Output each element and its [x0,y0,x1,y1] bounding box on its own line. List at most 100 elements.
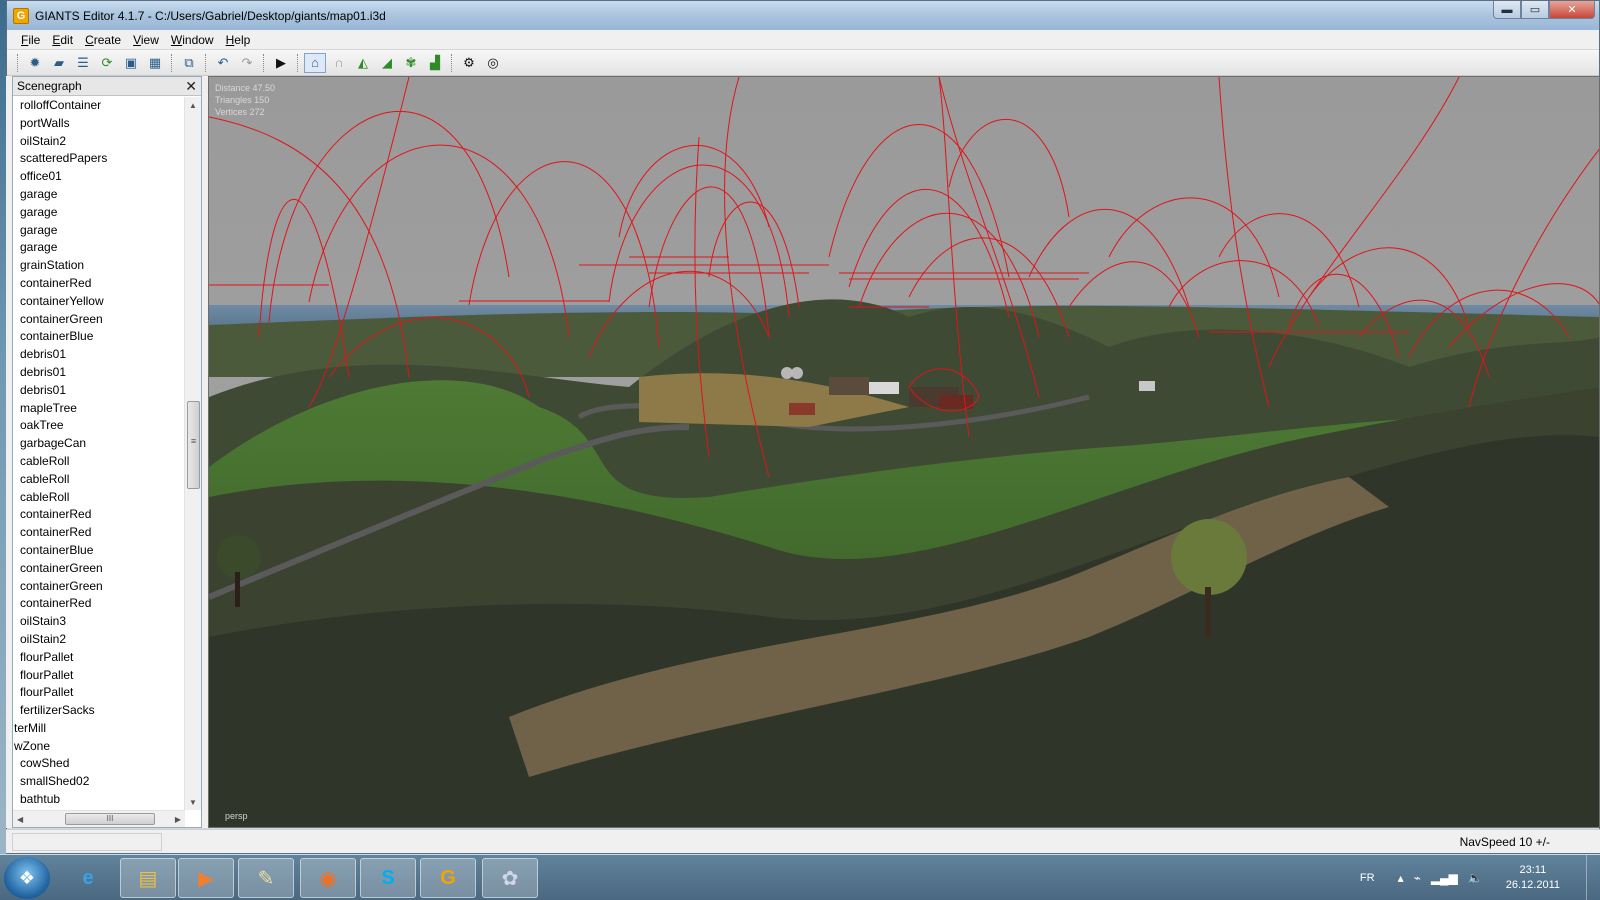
scenegraph-node[interactable]: flourPallet [13,684,185,702]
scenegraph-node[interactable]: garbageCan [13,435,185,453]
magnet-icon[interactable]: ∩ [328,53,350,73]
open-icon[interactable]: ▰ [48,53,70,73]
clock[interactable]: 23:11 26.12.2011 [1506,863,1560,893]
scenegraph-node[interactable]: smallShed02 [13,773,185,791]
scenegraph-node[interactable]: oilStain2 [13,631,185,649]
scenegraph-node[interactable]: rolloffContainer [13,97,185,115]
scenegraph-node[interactable]: containerYellow [13,293,185,311]
scenegraph-node[interactable]: bathtub [13,791,185,809]
volume-icon[interactable]: 🔈 [1468,871,1483,885]
scenegraph-node[interactable]: wZone [13,738,185,756]
scenegraph-node[interactable]: portWalls [13,115,185,133]
scenegraph-node[interactable]: debris01 [13,364,185,382]
menu-view[interactable]: View [127,33,165,47]
scenegraph-node[interactable]: terMill [13,720,185,738]
scenegraph-node[interactable]: debris01 [13,346,185,364]
start-button[interactable]: ❖ [4,857,50,899]
menu-help[interactable]: Help [220,33,257,47]
scenegraph-node[interactable]: mapleTree [13,400,185,418]
undo-icon[interactable]: ↶ [212,53,234,73]
import-icon[interactable]: ☰ [72,53,94,73]
scroll-down-icon[interactable]: ▼ [185,794,201,810]
title-bar[interactable]: G GIANTS Editor 4.1.7 - C:/Users/Gabriel… [7,1,1599,30]
play-icon[interactable]: ▶ [270,53,292,73]
terrain-paint-icon[interactable]: ◢ [376,53,398,73]
menu-edit[interactable]: Edit [46,33,79,47]
scenegraph-node[interactable]: flourPallet [13,667,185,685]
scenegraph-node[interactable]: containerRed [13,275,185,293]
maximize-button[interactable]: ▭ [1521,1,1549,19]
toolbar-grip[interactable] [17,53,19,72]
scenegraph-node[interactable]: cableRoll [13,489,185,507]
scenegraph-node[interactable]: containerRed [13,595,185,613]
texture-paint-icon[interactable]: ▟ [424,53,446,73]
scenegraph-horizontal-scrollbar[interactable]: ◀ III ▶ [13,810,185,827]
skype-icon[interactable]: S [360,858,416,898]
redo-icon[interactable]: ↷ [236,53,258,73]
scroll-up-icon[interactable]: ▲ [185,97,201,113]
scenegraph-node[interactable]: containerGreen [13,311,185,329]
firefox-icon[interactable]: ◉ [300,858,356,898]
scenegraph-node[interactable]: fertilizerSacks [13,702,185,720]
scenegraph-node[interactable]: debris01 [13,382,185,400]
new-scene-icon[interactable]: ✹ [24,53,46,73]
save-all-icon[interactable]: ▦ [144,53,166,73]
scroll-thumb[interactable]: ≡ [187,401,200,489]
menu-create[interactable]: Create [79,33,127,47]
scenegraph-vertical-scrollbar[interactable]: ▲ ≡ ▼ [184,97,201,810]
tray-expand-icon[interactable]: ▴ [1398,871,1404,885]
scenegraph-node[interactable]: garage [13,239,185,257]
scenegraph-node[interactable]: grainStation [13,257,185,275]
scenegraph-node[interactable]: containerRed [13,506,185,524]
scenegraph-node[interactable]: scatteredPapers [13,150,185,168]
scenegraph-node[interactable]: cowShed [13,755,185,773]
render-settings-icon[interactable]: ⚙ [458,53,480,73]
terrain-sculpt-icon[interactable]: ◭ [352,53,374,73]
scenegraph-node[interactable]: garage [13,222,185,240]
viewport-scene [209,77,1599,827]
scenegraph-node[interactable]: garage [13,186,185,204]
stat-vertices: Vertices 272 [215,107,265,117]
scenegraph-node[interactable]: office01 [13,168,185,186]
scenegraph-node[interactable]: containerGreen [13,578,185,596]
status-message [12,833,162,851]
select-move-icon[interactable]: ⌂ [304,52,326,73]
scenegraph-node[interactable]: oakTree [13,417,185,435]
menu-file[interactable]: File [15,33,46,47]
giants-app-icon[interactable]: G [13,7,29,24]
copy-icon[interactable]: ⧉ [178,53,200,73]
mspaint-icon[interactable]: ✿ [482,858,538,898]
media-player-icon[interactable]: ▶ [178,858,234,898]
minimize-button[interactable]: ▬ [1493,1,1521,19]
scenegraph-node[interactable]: containerRed [13,524,185,542]
scenegraph-node[interactable]: garage [13,204,185,222]
foliage-paint-icon[interactable]: ✾ [400,53,422,73]
language-indicator[interactable]: FR [1360,872,1375,884]
3d-viewport[interactable]: Distance 47.50 Triangles 150 Vertices 27… [208,76,1600,828]
ie-icon[interactable]: e [60,858,116,898]
scenegraph-node[interactable]: flourPallet [13,649,185,667]
scenegraph-node[interactable]: cableRoll [13,471,185,489]
scenegraph-node[interactable]: containerGreen [13,560,185,578]
scroll-thumb-horizontal[interactable]: III [65,813,155,825]
scenegraph-node[interactable]: containerBlue [13,542,185,560]
scenegraph-node[interactable]: cableRoll [13,453,185,471]
show-desktop-button[interactable] [1586,855,1600,900]
toolbar-separator [263,53,265,72]
scroll-left-icon[interactable]: ◀ [17,815,23,824]
usb-icon[interactable]: ⌁ [1414,871,1421,885]
close-button[interactable]: ✕ [1549,1,1595,19]
reload-icon[interactable]: ⟳ [96,53,118,73]
network-icon[interactable]: ▂▄▆ [1431,871,1458,885]
scroll-right-icon[interactable]: ▶ [175,815,181,824]
scenegraph-node[interactable]: oilStain2 [13,133,185,151]
save-icon[interactable]: ▣ [120,53,142,73]
menu-window[interactable]: Window [165,33,220,47]
close-icon[interactable]: ✕ [185,78,197,95]
explorer-icon[interactable]: ▤ [120,858,176,898]
paint-icon[interactable]: ✎ [238,858,294,898]
camera-icon[interactable]: ◎ [482,53,504,73]
scenegraph-node[interactable]: containerBlue [13,328,185,346]
giants-editor-icon[interactable]: G [420,858,476,898]
scenegraph-node[interactable]: oilStain3 [13,613,185,631]
